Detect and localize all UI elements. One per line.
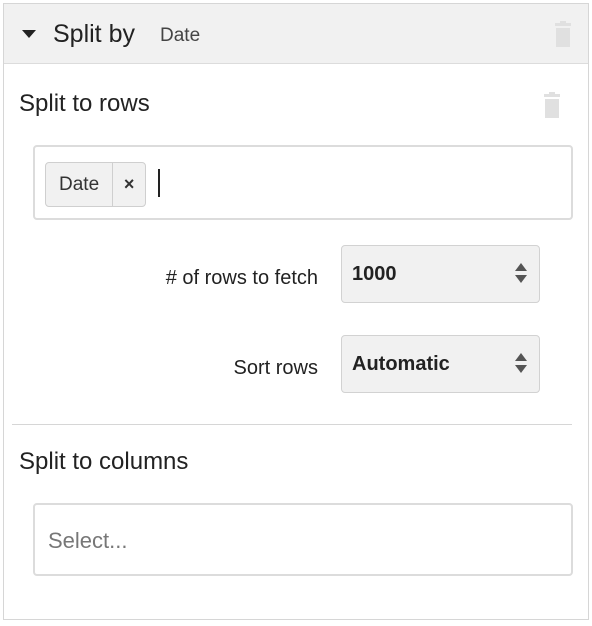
rows-tag-input[interactable]: Date × bbox=[33, 145, 573, 220]
sort-rows-value: Automatic bbox=[352, 353, 450, 375]
section-divider bbox=[12, 424, 572, 425]
tag-chip-date: Date × bbox=[45, 162, 147, 207]
split-to-rows-title: Split to rows bbox=[19, 90, 150, 117]
rows-to-fetch-label: # of rows to fetch bbox=[165, 267, 318, 289]
split-by-panel: Split by Date Split to rows Date × # of … bbox=[3, 3, 589, 620]
sort-rows-label: Sort rows bbox=[233, 357, 318, 379]
panel-title: Split by bbox=[53, 20, 135, 48]
trash-icon[interactable] bbox=[542, 92, 562, 118]
split-to-columns-title: Split to columns bbox=[19, 448, 189, 475]
sort-rows-select[interactable]: Automatic bbox=[341, 335, 540, 393]
columns-select-placeholder: Select... bbox=[48, 528, 128, 553]
rows-to-fetch-select[interactable]: 1000 bbox=[341, 245, 540, 303]
columns-select-input[interactable]: Select... bbox=[33, 503, 573, 576]
tag-chip-label: Date bbox=[59, 174, 100, 195]
up-down-arrows-icon bbox=[515, 263, 527, 285]
caret-down-icon[interactable] bbox=[22, 30, 36, 38]
rows-to-fetch-value: 1000 bbox=[352, 263, 397, 285]
split-by-header[interactable]: Split by Date bbox=[4, 4, 588, 64]
panel-subtitle: Date bbox=[160, 25, 201, 46]
up-down-arrows-icon bbox=[515, 353, 527, 375]
text-cursor bbox=[158, 169, 160, 197]
trash-icon[interactable] bbox=[553, 21, 573, 47]
tag-remove-button[interactable]: × bbox=[112, 163, 145, 206]
